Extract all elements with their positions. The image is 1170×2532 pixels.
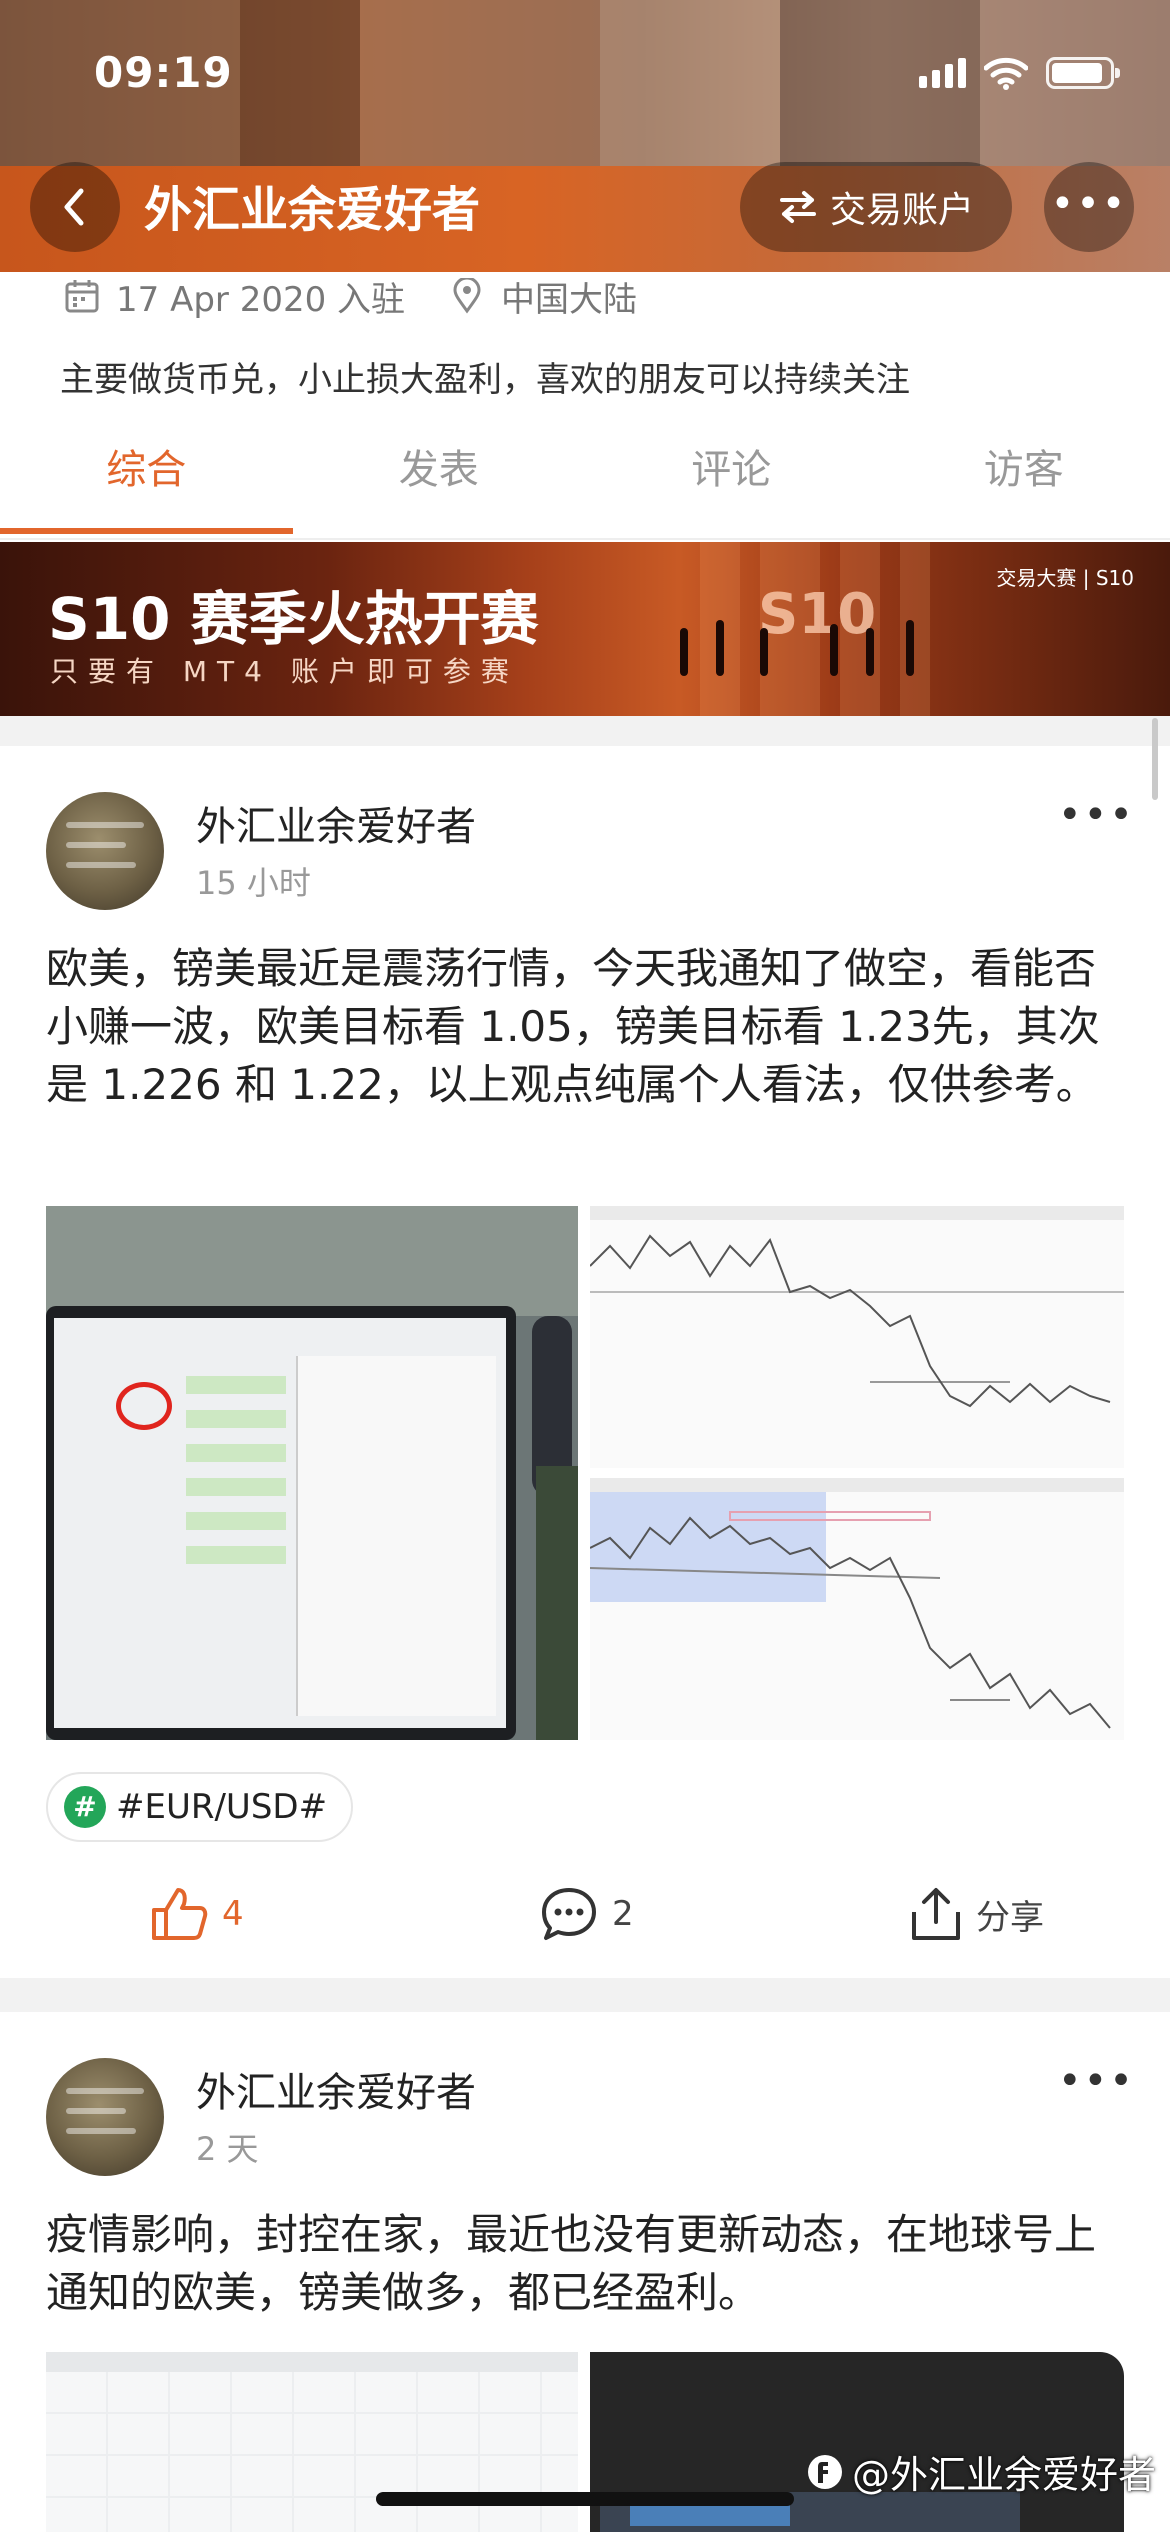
hashtag-label: #EUR/USD# <box>116 1787 328 1827</box>
status-bar: 09:19 <box>0 44 1170 104</box>
trade-account-label: 交易账户 <box>829 190 974 231</box>
watermark: @外汇业余爱好者 <box>806 2444 1156 2499</box>
back-button[interactable] <box>30 162 120 252</box>
post-card: 外汇业余爱好者 15 小时 ••• 欧美，镑美最近是震荡行情，今天我通知了做空，… <box>0 746 1170 1978</box>
promo-banner[interactable]: S10 赛季火热开赛 只要有 MT4 账户即可参赛 S10 交易大赛 | S10 <box>0 542 1170 716</box>
post-image-3[interactable] <box>590 1478 1124 1740</box>
home-indicator[interactable] <box>376 2492 794 2506</box>
trade-account-button[interactable]: 交易账户 <box>740 162 1012 252</box>
banner-title: S10 赛季火热开赛 <box>48 585 539 653</box>
more-horizontal-icon: ••• <box>1058 2058 1135 2104</box>
share-label: 分享 <box>976 1897 1044 1938</box>
profile-bio: 主要做货币兑，小止损大盈利，喜欢的朋友可以持续关注 <box>60 360 910 400</box>
avatar[interactable] <box>46 792 164 910</box>
more-horizontal-icon: ••• <box>1050 181 1128 227</box>
comment-count: 2 <box>612 1894 634 1934</box>
post-text: 欧美，镑美最近是震荡行情，今天我通知了做空，看能否小赚一波，欧美目标看 1.05… <box>46 944 1100 1109</box>
like-button[interactable]: 4 <box>150 1886 244 1942</box>
banner-brand: 交易大赛 | S10 <box>996 566 1134 590</box>
location-pin-icon <box>453 278 481 314</box>
swap-arrows-icon <box>779 191 816 223</box>
chart-thumbnail <box>590 1511 1111 1729</box>
scrollbar[interactable] <box>1152 718 1158 800</box>
more-options-button[interactable]: ••• <box>1044 162 1134 252</box>
thumbs-up-icon <box>152 1888 208 1940</box>
location: 中国大陆 <box>501 279 638 320</box>
profile-info: 17 Apr 2020 入驻 中国大陆 主要做货币兑，小止损大盈利，喜欢的朋友可… <box>0 272 1170 542</box>
status-time: 09:19 <box>94 48 233 97</box>
banner-subtitle: 只要有 MT4 账户即可参赛 <box>50 655 519 688</box>
profile-tabs: 综合 发表 评论 访客 <box>0 420 1170 542</box>
cellular-signal-icon <box>919 58 966 88</box>
post-image-1[interactable] <box>46 1206 578 1740</box>
post-image-2[interactable] <box>590 1206 1124 1468</box>
profile-header: 09:19 外汇业余爱好者 交易账户 ••• <box>0 0 1170 272</box>
post-more-button[interactable]: ••• <box>1058 2058 1135 2104</box>
join-date: 17 Apr 2020 入驻 <box>116 279 406 320</box>
tab-overview[interactable]: 综合 <box>0 420 293 542</box>
share-button[interactable]: 分享 <box>910 1886 1044 1942</box>
wifi-icon <box>984 57 1028 90</box>
chart-thumbnail <box>590 1234 1124 1408</box>
hashtag-icon: # <box>64 1786 106 1828</box>
chevron-left-icon <box>64 188 84 226</box>
post-time: 15 小时 <box>196 864 311 902</box>
post-time: 2 天 <box>196 2130 259 2168</box>
tab-posts[interactable]: 发表 <box>293 420 586 542</box>
more-horizontal-icon: ••• <box>1058 792 1135 838</box>
tab-visitors[interactable]: 访客 <box>878 420 1170 542</box>
tab-comments[interactable]: 评论 <box>585 420 878 542</box>
brand-logo-icon <box>807 2454 842 2489</box>
calendar-icon <box>65 280 99 313</box>
comment-bubble-icon <box>542 1888 596 1940</box>
banner-season-badge: S10 <box>758 582 877 647</box>
like-count: 4 <box>222 1894 244 1934</box>
share-icon <box>912 1888 960 1940</box>
watermark-text: @外汇业余爱好者 <box>851 2453 1156 2497</box>
post-author[interactable]: 外汇业余爱好者 <box>196 2060 476 2118</box>
comment-button[interactable]: 2 <box>540 1886 634 1942</box>
hashtag-chip[interactable]: # #EUR/USD# <box>46 1772 354 1842</box>
post-text: 疫情影响，封控在家，最近也没有更新动态，在地球号上通知的欧美，镑美做多，都已经盈… <box>46 2210 1097 2317</box>
post-more-button[interactable]: ••• <box>1058 792 1135 838</box>
battery-icon <box>1046 57 1120 89</box>
page-title: 外汇业余爱好者 <box>144 182 481 238</box>
post-author[interactable]: 外汇业余爱好者 <box>196 794 476 852</box>
avatar[interactable] <box>46 2058 164 2176</box>
